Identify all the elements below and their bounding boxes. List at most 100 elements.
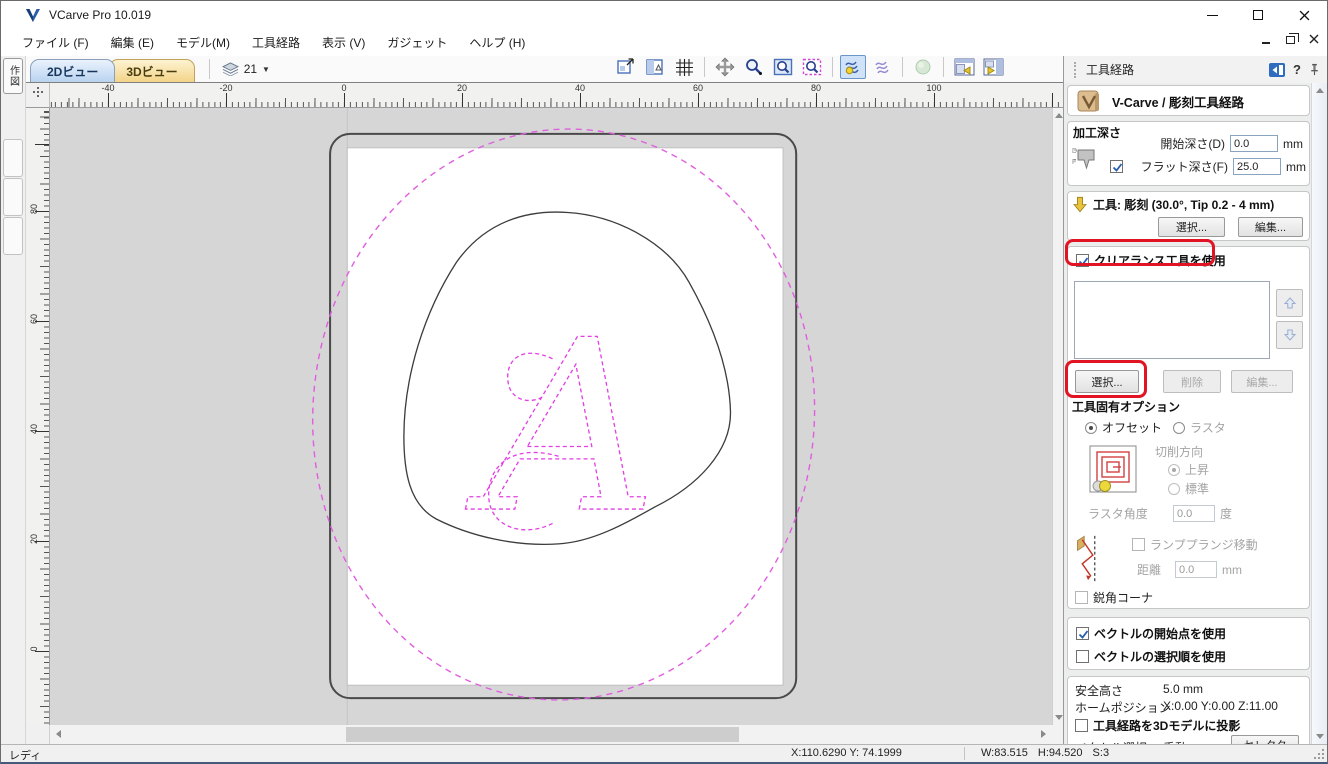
help-icon[interactable]: ? — [1293, 62, 1301, 77]
ramp-plunge-checkbox[interactable] — [1132, 538, 1145, 551]
toolpath-2d-toggle-icon[interactable] — [840, 55, 866, 79]
panel-grip[interactable] — [1074, 62, 1078, 78]
title-bar: VCarve Pro 10.019 — [1, 1, 1327, 29]
ruler-corner — [26, 725, 50, 744]
raster-angle-label: ラスタ角度 — [1088, 505, 1168, 522]
vector-selection-order-checkbox[interactable] — [1076, 650, 1089, 663]
vcarve-tool-icon — [1076, 88, 1102, 114]
panel-scrollbar[interactable] — [1311, 83, 1327, 744]
distance-input[interactable] — [1175, 561, 1217, 578]
selector-button[interactable]: セレクタ — [1231, 735, 1299, 744]
flat-depth-input[interactable] — [1233, 158, 1281, 175]
sidebar-tab-drawing[interactable]: 作図 — [3, 58, 23, 94]
zoom-drawing-icon[interactable] — [642, 55, 668, 79]
zoom-selection-icon[interactable] — [799, 55, 825, 79]
project-to-3d-checkbox[interactable] — [1075, 719, 1088, 732]
layers-dropdown[interactable]: 21 ▼ — [218, 60, 274, 78]
zoom-box-icon[interactable] — [613, 55, 639, 79]
clearance-delete-button[interactable]: 削除 — [1163, 370, 1221, 393]
clearance-edit-button[interactable]: 編集... — [1231, 370, 1293, 393]
child-restore-button[interactable] — [1283, 32, 1297, 44]
sidebar-collapsed-tab[interactable] — [3, 178, 23, 216]
layout-toggle-left-icon[interactable] — [951, 55, 977, 79]
ruler-label: -40 — [101, 83, 114, 93]
close-button[interactable] — [1281, 1, 1327, 29]
layout-toggle-right-icon[interactable] — [980, 55, 1006, 79]
menu-gadget[interactable]: ガジェット — [376, 30, 458, 55]
grid-icon[interactable] — [671, 55, 697, 79]
climb-radio[interactable] — [1168, 464, 1180, 476]
2d-view-canvas[interactable]: A — [50, 108, 1052, 725]
collapse-panel-icon[interactable] — [1268, 62, 1286, 78]
raster-radio[interactable] — [1173, 422, 1185, 434]
tab-3d-view[interactable]: 3Dビュー — [109, 59, 194, 82]
tool-edit-button[interactable]: 編集... — [1238, 217, 1303, 237]
tool-select-button[interactable]: 選択... — [1158, 217, 1225, 237]
scrollbar-thumb[interactable] — [346, 727, 739, 742]
pan-icon[interactable] — [712, 55, 738, 79]
scroll-down-icon[interactable] — [1316, 734, 1324, 739]
clearance-select-button[interactable]: 選択... — [1075, 370, 1139, 393]
close-icon — [1299, 10, 1310, 21]
offset-radio[interactable] — [1085, 422, 1097, 434]
vcarve-logo-icon — [25, 7, 41, 23]
menu-file[interactable]: ファイル (F) — [11, 30, 100, 55]
sidebar-collapsed-tab[interactable] — [3, 139, 23, 177]
horizontal-scrollbar[interactable] — [50, 725, 1052, 744]
pin-icon[interactable] — [1308, 63, 1321, 76]
scroll-down-icon[interactable] — [1055, 715, 1063, 720]
conventional-radio[interactable] — [1168, 483, 1180, 495]
safe-z-label: 安全高さ — [1075, 682, 1123, 699]
view-toolbar — [613, 55, 1006, 79]
scroll-left-icon[interactable] — [56, 730, 61, 738]
vector-start-point-label: ベクトルの開始点を使用 — [1094, 625, 1226, 642]
raster-angle-input[interactable] — [1173, 505, 1215, 522]
raster-angle-unit: 度 — [1220, 505, 1232, 522]
menu-toolpath[interactable]: 工具経路 — [241, 30, 311, 55]
separator — [943, 57, 944, 77]
close-icon — [1309, 34, 1319, 44]
clearance-tool-list[interactable] — [1074, 281, 1270, 359]
summary-box: 安全高さ 5.0 mm ホームポジション X:0.00 Y:0.00 Z:11.… — [1067, 676, 1310, 744]
zoom-icon[interactable] — [741, 55, 767, 79]
menu-edit[interactable]: 編集 (E) — [100, 30, 165, 55]
toolpath-3d-toggle-icon[interactable] — [910, 55, 936, 79]
tool-options-section-label: 工具固有オプション — [1072, 398, 1180, 415]
vertical-scrollbar[interactable] — [1052, 108, 1063, 725]
menu-view[interactable]: 表示 (V) — [311, 30, 376, 55]
layers-icon — [222, 62, 239, 76]
scroll-up-icon[interactable] — [1055, 113, 1063, 118]
status-selection-width: W:83.515 — [981, 747, 1028, 759]
toolpath-ghost-icon[interactable] — [869, 55, 895, 79]
sidebar-collapsed-tab[interactable] — [3, 217, 23, 255]
child-minimize-button[interactable] — [1259, 32, 1273, 44]
scroll-right-icon[interactable] — [1041, 730, 1046, 738]
sharp-corner-checkbox[interactable] — [1075, 591, 1088, 604]
start-depth-input[interactable] — [1230, 135, 1278, 152]
maximize-button[interactable] — [1235, 1, 1281, 29]
tab-2d-view[interactable]: 2Dビュー — [30, 59, 115, 82]
move-up-button[interactable] — [1276, 289, 1303, 317]
ruler-label: 0 — [29, 642, 39, 656]
scroll-up-icon[interactable] — [1316, 88, 1324, 93]
move-down-button[interactable] — [1276, 321, 1303, 349]
ramp-plunge-label: ランププランジ移動 — [1150, 536, 1258, 553]
letter-a-vector[interactable]: A — [465, 290, 658, 566]
clearance-tool-use-checkbox[interactable] — [1076, 254, 1089, 267]
minimize-button[interactable] — [1189, 1, 1235, 29]
minimize-icon — [1262, 42, 1270, 44]
svg-text:D: D — [1072, 148, 1077, 155]
menu-help[interactable]: ヘルプ (H) — [458, 30, 536, 55]
ruler-label: -20 — [219, 83, 232, 93]
window-title: VCarve Pro 10.019 — [49, 8, 151, 22]
ruler-label: 100 — [926, 83, 941, 93]
menu-model[interactable]: モデル(M) — [165, 30, 241, 55]
minimize-icon — [1207, 15, 1218, 16]
layers-count: 21 — [244, 62, 257, 76]
zoom-window-icon[interactable] — [770, 55, 796, 79]
vector-start-point-checkbox[interactable] — [1076, 627, 1089, 640]
flat-depth-checkbox[interactable] — [1110, 160, 1123, 173]
maximize-icon — [1253, 10, 1263, 20]
resize-grip[interactable] — [1322, 757, 1324, 759]
child-close-button[interactable] — [1307, 32, 1321, 44]
